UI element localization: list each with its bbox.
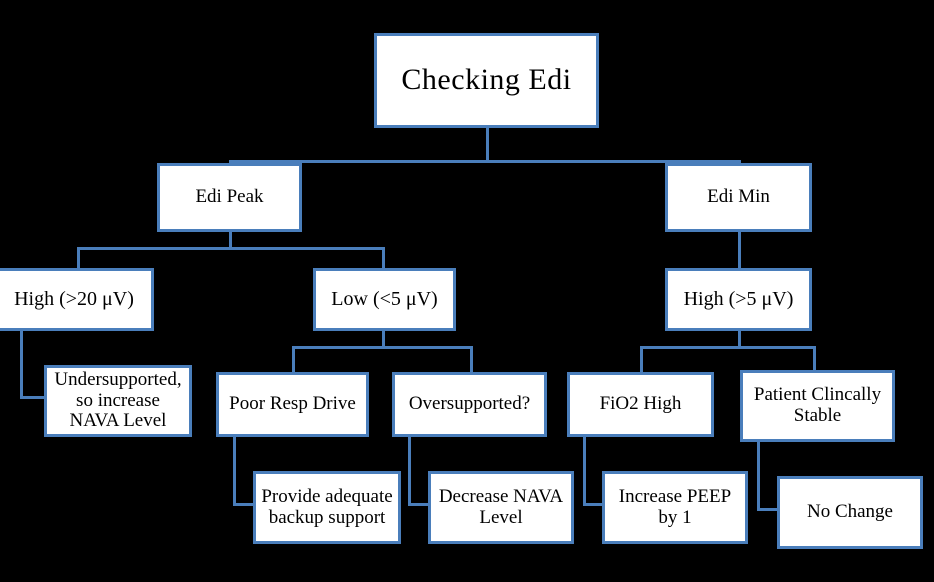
node-checking-edi[interactable]: Checking Edi [374, 33, 599, 128]
node-undersupported[interactable]: Undersupported, so increase NAVA Level [44, 365, 192, 437]
connector-root-drop [486, 128, 489, 162]
node-edi-min[interactable]: Edi Min [665, 163, 812, 232]
connector-edi-min-drop [738, 232, 741, 273]
connector-peak-high-elbow-drop [20, 331, 23, 399]
node-poor-resp-drive[interactable]: Poor Resp Drive [216, 372, 369, 437]
connector-oversupported-elbow-drop [408, 437, 411, 506]
node-min-high[interactable]: High (>5 μV) [665, 268, 812, 331]
node-label: High (>20 μV) [14, 287, 134, 310]
connector-poor-resp-elbow-drop [233, 437, 236, 506]
node-decrease-nava[interactable]: Decrease NAVA Level [428, 471, 574, 544]
connector-min-high-to-patient-stable [813, 346, 816, 372]
node-label: Oversupported? [408, 393, 531, 415]
node-label: Checking Edi [401, 63, 572, 97]
node-oversupported[interactable]: Oversupported? [392, 372, 547, 437]
connector-patient-stable-elbow-drop [757, 442, 760, 511]
flowchart-canvas: Checking Edi Edi Peak Edi Min High (>20 … [0, 0, 934, 582]
node-label: Increase PEEP by 1 [618, 485, 732, 528]
node-fio2-high[interactable]: FiO2 High [567, 372, 714, 437]
node-label: Low (<5 μV) [331, 287, 438, 310]
node-peak-low[interactable]: Low (<5 μV) [313, 268, 456, 331]
connector-edi-peak-bar [77, 247, 385, 250]
node-label: High (>5 μV) [683, 287, 794, 310]
node-edi-peak[interactable]: Edi Peak [157, 163, 302, 232]
connector-peak-low-to-oversupported [470, 346, 473, 372]
node-label: Edi Min [707, 186, 770, 208]
node-no-change[interactable]: No Change [777, 476, 923, 549]
connector-peak-high-elbow-arm [20, 396, 45, 399]
connector-peak-low-to-poor-resp [292, 346, 295, 372]
node-label: Undersupported, so increase NAVA Level [54, 369, 182, 432]
node-label: Decrease NAVA Level [438, 485, 564, 528]
node-patient-stable[interactable]: Patient Clincally Stable [740, 370, 895, 442]
node-increase-peep[interactable]: Increase PEEP by 1 [602, 471, 748, 544]
node-label: Provide adequate backup support [261, 485, 393, 528]
node-peak-high[interactable]: High (>20 μV) [0, 268, 154, 331]
node-label: Patient Clincally Stable [753, 384, 882, 426]
node-provide-backup[interactable]: Provide adequate backup support [253, 471, 401, 544]
connector-peak-low-bar [292, 346, 472, 349]
node-label: No Change [806, 501, 893, 523]
connector-fio2-elbow-drop [583, 437, 586, 506]
node-label: Edi Peak [195, 186, 264, 208]
connector-min-high-bar [640, 346, 815, 349]
node-label: FiO2 High [599, 393, 682, 415]
connector-min-high-to-fio2 [640, 346, 643, 372]
node-label: Poor Resp Drive [229, 393, 356, 415]
